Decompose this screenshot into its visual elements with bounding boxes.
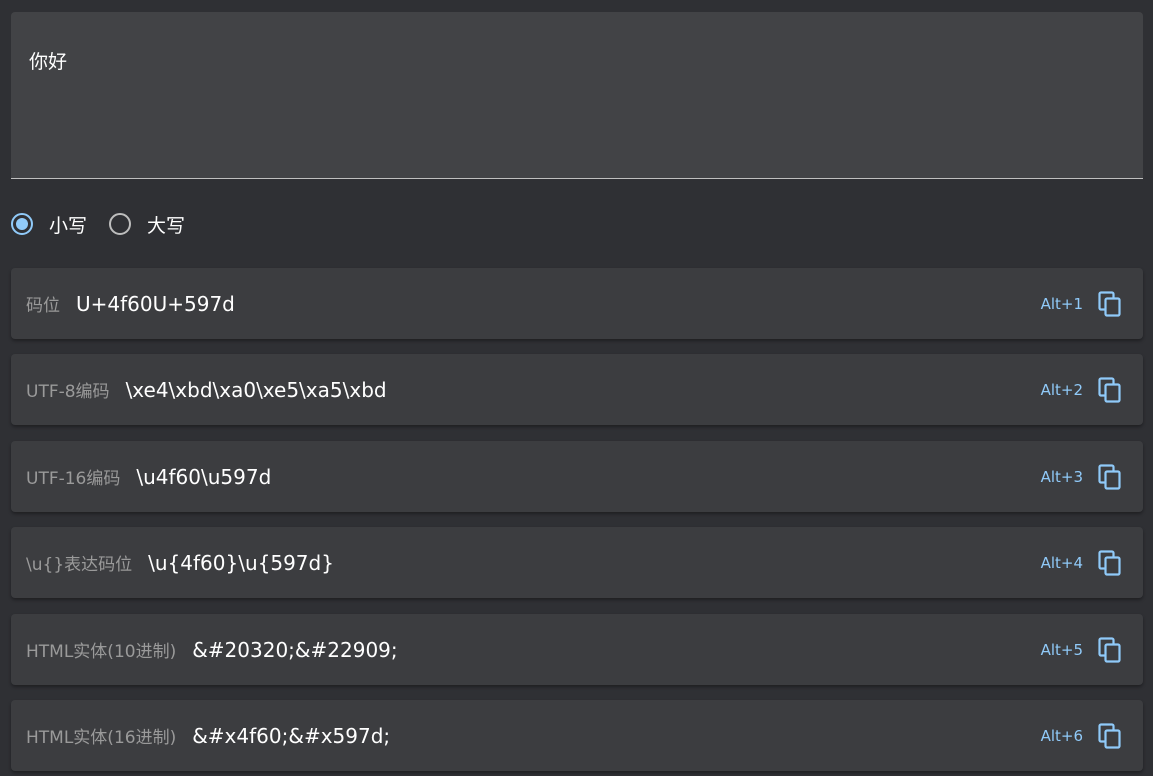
result-card-utf8: UTF-8编码 \xe4\xbd\xa0\xe5\xa5\xbd Alt+2 xyxy=(11,354,1143,425)
result-value: \xe4\xbd\xa0\xe5\xa5\xbd xyxy=(125,377,387,402)
app-root: 你好 小写 大写 码位 U+4f60U+597d Alt+1 UTF-8编码 \… xyxy=(0,0,1153,776)
copy-icon[interactable] xyxy=(1097,549,1123,576)
radio-lowercase[interactable]: 小写 xyxy=(11,211,87,238)
text-input-area[interactable]: 你好 xyxy=(11,12,1143,179)
result-label: UTF-16编码 xyxy=(26,469,121,489)
copy-icon[interactable] xyxy=(1097,376,1123,403)
result-label: UTF-8编码 xyxy=(26,382,110,402)
case-radio-group: 小写 大写 xyxy=(11,208,207,240)
result-actions: Alt+6 xyxy=(1041,700,1123,771)
shortcut-hint: Alt+5 xyxy=(1040,640,1083,659)
radio-unchecked-icon[interactable] xyxy=(109,213,132,235)
radio-lowercase-label: 小写 xyxy=(49,214,88,237)
result-value: &#x4f60;&#x597d; xyxy=(192,723,391,748)
result-actions: Alt+3 xyxy=(1041,441,1123,512)
radio-uppercase[interactable]: 大写 xyxy=(109,211,185,238)
result-actions: Alt+2 xyxy=(1041,354,1123,425)
result-actions: Alt+1 xyxy=(1041,268,1123,339)
radio-checked-icon[interactable] xyxy=(11,213,33,235)
text-input-value[interactable]: 你好 xyxy=(29,50,67,74)
copy-icon[interactable] xyxy=(1097,636,1123,663)
result-value: U+4f60U+597d xyxy=(76,291,235,316)
shortcut-hint: Alt+6 xyxy=(1040,726,1083,745)
copy-icon[interactable] xyxy=(1097,463,1123,490)
copy-icon[interactable] xyxy=(1097,290,1123,317)
result-actions: Alt+4 xyxy=(1041,527,1123,598)
shortcut-hint: Alt+4 xyxy=(1040,553,1083,572)
result-label: \u{}表达码位 xyxy=(26,555,133,575)
result-value: \u4f60\u597d xyxy=(136,464,272,489)
copy-icon[interactable] xyxy=(1097,722,1123,749)
shortcut-hint: Alt+3 xyxy=(1040,467,1083,486)
result-card-u-brace: \u{}表达码位 \u{4f60}\u{597d} Alt+4 xyxy=(11,527,1143,598)
shortcut-hint: Alt+2 xyxy=(1040,380,1083,399)
result-label: 码位 xyxy=(26,296,60,316)
result-value: &#20320;&#22909; xyxy=(192,637,398,662)
result-card-html-hex: HTML实体(16进制) &#x4f60;&#x597d; Alt+6 xyxy=(11,700,1143,771)
result-label: HTML实体(16进制) xyxy=(26,728,177,748)
result-actions: Alt+5 xyxy=(1041,614,1123,685)
radio-uppercase-label: 大写 xyxy=(147,214,186,237)
result-label: HTML实体(10进制) xyxy=(26,642,177,662)
shortcut-hint: Alt+1 xyxy=(1040,294,1083,313)
result-card-utf16: UTF-16编码 \u4f60\u597d Alt+3 xyxy=(11,441,1143,512)
result-value: \u{4f60}\u{597d} xyxy=(148,550,334,575)
result-card-html-dec: HTML实体(10进制) &#20320;&#22909; Alt+5 xyxy=(11,614,1143,685)
result-card-codepoint: 码位 U+4f60U+597d Alt+1 xyxy=(11,268,1143,339)
